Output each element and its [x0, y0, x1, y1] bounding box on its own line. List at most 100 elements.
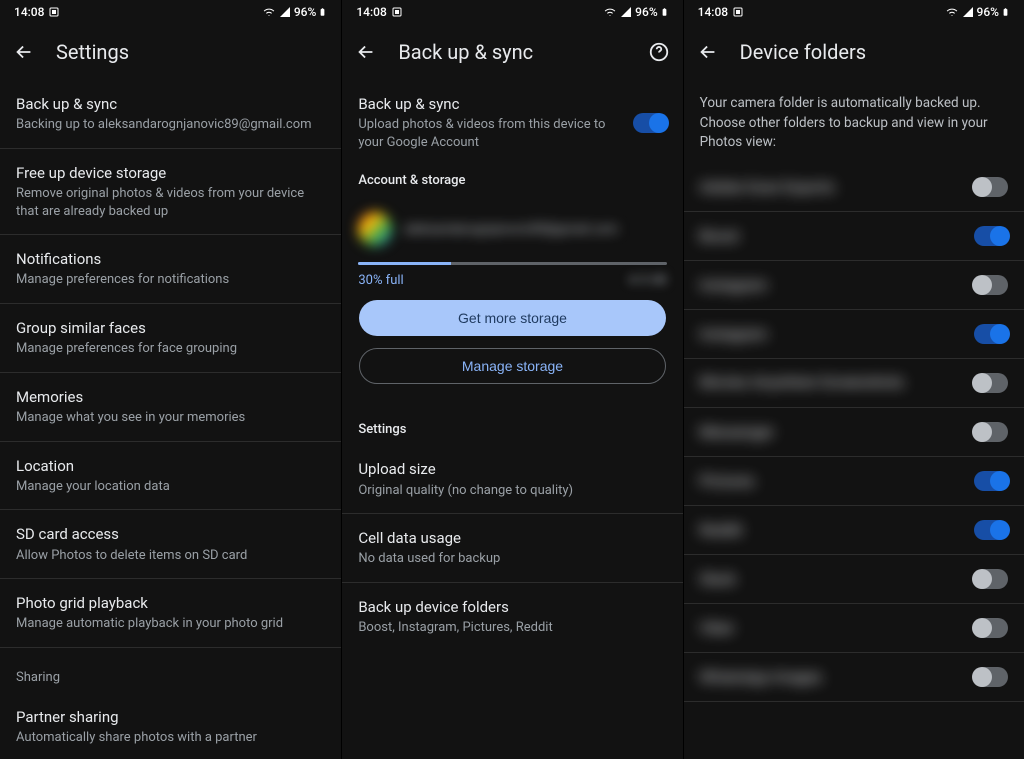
folder-name: Movies Anywhere Screenshots — [700, 373, 904, 393]
backup-sync-toggle[interactable]: .switch.on::after{background:#1a73e8;} — [633, 113, 667, 133]
folder-row[interactable]: Viber — [684, 604, 1024, 653]
folder-row[interactable]: Messenger — [684, 408, 1024, 457]
battery-icon — [318, 5, 327, 19]
signal-icon — [278, 6, 292, 18]
backup-sub: Upload photos & videos from this device … — [358, 116, 620, 151]
settings-item-faces[interactable]: Group similar faces Manage preferences f… — [0, 304, 341, 373]
wifi-icon — [603, 6, 617, 18]
folder-row[interactable]: WhatsApp Images — [684, 653, 1024, 702]
backup-sync-screen: 14:08 96% Back up & sync Back up & sync … — [341, 0, 682, 759]
wifi-icon — [945, 6, 959, 18]
item-sub: Allow Photos to delete items on SD card — [16, 547, 325, 565]
settings-item-memories[interactable]: Memories Manage what you see in your mem… — [0, 373, 341, 442]
folder-toggle[interactable] — [974, 422, 1008, 442]
item-sub: Manage preferences for notifications — [16, 271, 325, 289]
battery-icon — [660, 5, 669, 19]
folder-toggle[interactable] — [974, 520, 1008, 540]
help-icon[interactable] — [647, 40, 671, 64]
folder-row[interactable]: Movies Anywhere Screenshots — [684, 359, 1024, 408]
folder-toggle[interactable] — [974, 471, 1008, 491]
folder-name: Reddit — [700, 521, 743, 539]
folder-name: Instagram — [700, 276, 768, 294]
item-title: Free up device storage — [16, 163, 325, 183]
page-title: Back up & sync — [398, 40, 626, 64]
folder-row[interactable]: Reddit — [684, 506, 1024, 555]
page-title: Device folders — [740, 40, 1012, 64]
folder-name: Viber — [700, 619, 735, 637]
settings-item-freeup[interactable]: Free up device storage Remove original p… — [0, 149, 341, 235]
item-title: Back up device folders — [358, 597, 666, 617]
item-sub: Backing up to aleksandarognjanovic89@gma… — [16, 116, 325, 134]
folder-row[interactable]: Instagram — [684, 261, 1024, 310]
folder-toggle[interactable] — [974, 618, 1008, 638]
folder-toggle[interactable] — [974, 275, 1008, 295]
account-email: aleksandarognjanovic89@gmail.com — [404, 222, 618, 237]
folder-row[interactable]: Instagram — [684, 310, 1024, 359]
status-bar: 14:08 96% — [342, 0, 682, 24]
signal-icon — [961, 6, 975, 18]
settings-item-location[interactable]: Location Manage your location data — [0, 442, 341, 511]
folder-row[interactable]: Boost — [684, 212, 1024, 261]
item-title: Notifications — [16, 249, 325, 269]
folder-toggle[interactable] — [974, 569, 1008, 589]
section-header-settings: Settings — [342, 400, 682, 445]
backup-title: Back up & sync — [358, 94, 620, 114]
get-more-storage-button[interactable]: Get more storage — [359, 300, 665, 336]
toolbar: Settings — [0, 24, 341, 80]
item-title: Partner sharing — [16, 707, 325, 727]
item-title: Group similar faces — [16, 318, 325, 338]
item-title: Memories — [16, 387, 325, 407]
battery-icon — [1001, 5, 1010, 19]
folder-name: Adobe Scan Exports — [700, 178, 835, 196]
item-sub: Remove original photos & videos from you… — [16, 185, 325, 220]
item-title: SD card access — [16, 524, 325, 544]
screenshot-icon — [48, 6, 60, 18]
item-title: Location — [16, 456, 325, 476]
storage-progress — [358, 262, 666, 265]
battery-pct: 96% — [294, 5, 316, 19]
item-title: Upload size — [358, 459, 666, 479]
folder-name: Pictures — [700, 472, 755, 490]
folder-row[interactable]: Pictures — [684, 457, 1024, 506]
account-row[interactable]: aleksandarognjanovic89@gmail.com — [358, 206, 666, 258]
screenshot-icon — [732, 6, 744, 18]
folder-toggle[interactable] — [974, 226, 1008, 246]
folder-toggle[interactable] — [974, 324, 1008, 344]
item-sub: Original quality (no change to quality) — [358, 482, 666, 500]
folder-name: Boost — [700, 227, 739, 245]
avatar — [358, 212, 392, 246]
section-header-account: Account & storage — [342, 165, 682, 196]
settings-item-notifications[interactable]: Notifications Manage preferences for not… — [0, 235, 341, 304]
settings-screen: 14:08 96% Settings Back up & sync Backin… — [0, 0, 341, 759]
folder-row[interactable]: Slack — [684, 555, 1024, 604]
toolbar: Back up & sync — [342, 24, 682, 80]
settings-item-sdcard[interactable]: SD card access Allow Photos to delete it… — [0, 510, 341, 579]
screenshot-icon — [391, 6, 403, 18]
settings-item-partner[interactable]: Partner sharing Automatically share phot… — [0, 693, 341, 759]
toolbar: Device folders — [684, 24, 1024, 80]
folder-row[interactable]: Adobe Scan Exports — [684, 163, 1024, 212]
upload-size-item[interactable]: Upload size Original quality (no change … — [342, 445, 682, 514]
item-sub: Manage preferences for face grouping — [16, 340, 325, 358]
item-sub: Manage what you see in your memories — [16, 409, 325, 427]
item-sub: Manage automatic playback in your photo … — [16, 615, 325, 633]
status-time: 14:08 — [698, 5, 728, 19]
manage-storage-button[interactable]: Manage storage — [359, 348, 665, 384]
back-icon[interactable] — [12, 40, 36, 64]
item-sub: Manage your location data — [16, 478, 325, 496]
cell-data-item[interactable]: Cell data usage No data used for backup — [342, 514, 682, 583]
folder-toggle[interactable] — [974, 177, 1008, 197]
back-icon[interactable] — [354, 40, 378, 64]
storage-progress-fill — [358, 262, 450, 265]
folder-toggle[interactable] — [974, 667, 1008, 687]
device-folders-item[interactable]: Back up device folders Boost, Instagram,… — [342, 583, 682, 651]
settings-item-gridplayback[interactable]: Photo grid playback Manage automatic pla… — [0, 579, 341, 648]
status-time: 14:08 — [356, 5, 386, 19]
storage-used: 4.5 GB — [628, 273, 666, 288]
folder-toggle[interactable] — [974, 373, 1008, 393]
folders-list: Adobe Scan Exports Boost Instagram Instagra… — [684, 163, 1024, 702]
status-time: 14:08 — [14, 5, 44, 19]
back-icon[interactable] — [696, 40, 720, 64]
storage-percent: 30% full — [358, 273, 403, 288]
settings-item-backup[interactable]: Back up & sync Backing up to aleksandaro… — [0, 80, 341, 149]
